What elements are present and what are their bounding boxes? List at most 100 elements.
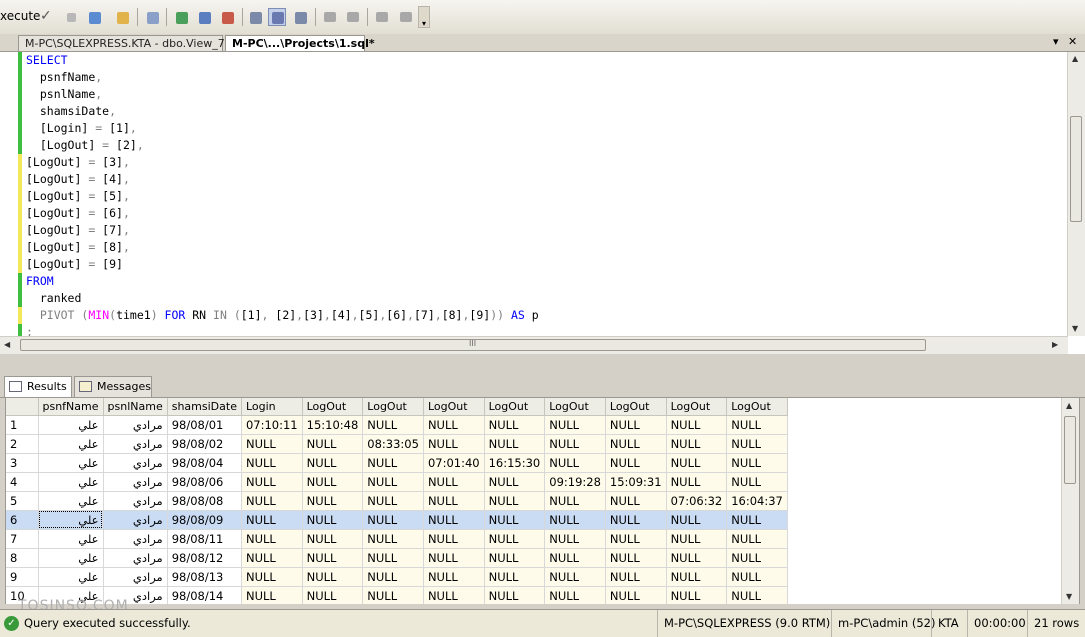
grid-cell[interactable]: NULL xyxy=(302,586,364,604)
display-plan-icon[interactable] xyxy=(172,8,190,26)
grid-cell[interactable]: NULL xyxy=(362,415,424,435)
grid-cell[interactable]: NULL xyxy=(302,567,364,587)
grid-cell[interactable]: NULL xyxy=(605,453,667,473)
grid-cell[interactable]: علي xyxy=(38,434,104,454)
grid-cell[interactable]: NULL xyxy=(544,567,606,587)
grid-cell[interactable]: 98/08/08 xyxy=(167,491,242,511)
column-header[interactable]: LogOut xyxy=(544,398,606,416)
grid-cell[interactable]: NULL xyxy=(241,472,303,492)
grid-cell[interactable]: NULL xyxy=(726,472,788,492)
table-row[interactable]: 4 علي مرادي 98/08/06 NULL NULL NULL NULL NULL 09:… xyxy=(6,472,788,492)
grid-cell[interactable]: NULL xyxy=(605,434,667,454)
table-row[interactable]: 5 علي مرادي 98/08/08 NULL NULL NULL NULL NULL NUL… xyxy=(6,491,788,511)
grid-cell[interactable]: NULL xyxy=(605,586,667,604)
grid-cell[interactable]: NULL xyxy=(484,567,546,587)
grid-cell[interactable]: NULL xyxy=(544,453,606,473)
grid-cell[interactable]: NULL xyxy=(423,567,485,587)
grid-cell[interactable]: مرادي xyxy=(103,434,168,454)
tab-list-dropdown-icon[interactable]: ▾ xyxy=(1053,35,1059,48)
row-number[interactable]: 3 xyxy=(6,453,39,473)
specify-values-icon[interactable] xyxy=(143,8,161,26)
results-to-file-icon[interactable] xyxy=(291,8,309,26)
grid-cell[interactable]: NULL xyxy=(302,548,364,568)
table-row[interactable]: 1 علي مرادي 98/08/01 07:10:11 15:10:48 NULL NUL… xyxy=(6,415,788,435)
grid-cell[interactable]: 98/08/06 xyxy=(167,472,242,492)
design-query-icon[interactable] xyxy=(113,8,131,26)
grid-cell[interactable]: NULL xyxy=(423,529,485,549)
grid-cell[interactable]: NULL xyxy=(302,529,364,549)
grid-cell[interactable]: NULL xyxy=(666,434,728,454)
grid-cell[interactable]: NULL xyxy=(666,567,728,587)
grid-cell[interactable]: NULL xyxy=(484,434,546,454)
grid-cell[interactable]: 98/08/13 xyxy=(167,567,242,587)
grid-cell[interactable]: NULL xyxy=(484,510,546,530)
grid-cell[interactable]: علي xyxy=(38,548,104,568)
grid-cell[interactable]: 07:10:11 xyxy=(241,415,303,435)
grid-cell[interactable]: NULL xyxy=(241,491,303,511)
grid-cell[interactable]: علي xyxy=(38,510,104,530)
grid-cell[interactable]: علي xyxy=(38,472,104,492)
grid-cell[interactable]: NULL xyxy=(726,567,788,587)
grid-cell[interactable]: علي xyxy=(38,567,104,587)
grid-cell[interactable]: NULL xyxy=(362,453,424,473)
row-number[interactable]: 6 xyxy=(6,510,39,530)
grid-cell[interactable]: NULL xyxy=(544,548,606,568)
column-header[interactable]: LogOut xyxy=(726,398,788,416)
grid-cell[interactable]: مرادي xyxy=(103,453,168,473)
column-header[interactable]: LogOut xyxy=(484,398,546,416)
grid-cell[interactable]: مرادي xyxy=(103,510,168,530)
grid-cell[interactable]: NULL xyxy=(605,415,667,435)
grid-cell[interactable]: NULL xyxy=(241,567,303,587)
decrease-indent-icon[interactable] xyxy=(372,8,390,26)
grid-cell[interactable]: NULL xyxy=(484,586,546,604)
editor-horizontal-scrollbar[interactable]: ◀ III ▶ xyxy=(0,336,1068,354)
row-number[interactable]: 9 xyxy=(6,567,39,587)
grid-cell[interactable]: NULL xyxy=(666,453,728,473)
table-row[interactable]: 3 علي مرادي 98/08/04 NULL NULL NULL 07:01:40 16:… xyxy=(6,453,788,473)
grid-cell[interactable]: 07:06:32 xyxy=(666,491,728,511)
grid-cell[interactable]: مرادي xyxy=(103,567,168,587)
grid-cell[interactable]: NULL xyxy=(605,567,667,587)
tab-query-1sql[interactable]: M-PC\...\Projects\1.sql* xyxy=(225,35,375,51)
grid-cell[interactable]: علي xyxy=(38,491,104,511)
table-row[interactable]: 9 علي مرادي 98/08/13 NULL NULL NULL NULL NULL NUL… xyxy=(6,567,788,587)
grid-cell[interactable]: NULL xyxy=(423,415,485,435)
column-header[interactable]: shamsiDate xyxy=(167,398,242,416)
grid-cell[interactable]: NULL xyxy=(666,586,728,604)
grid-cell[interactable]: 09:19:28 xyxy=(544,472,606,492)
grid-cell[interactable]: NULL xyxy=(726,586,788,604)
grid-cell[interactable]: NULL xyxy=(362,586,424,604)
grid-cell[interactable]: 98/08/14 xyxy=(167,586,242,604)
grid-cell[interactable]: NULL xyxy=(241,510,303,530)
column-header[interactable]: LogOut xyxy=(423,398,485,416)
grid-cell[interactable]: مرادي xyxy=(103,415,168,435)
table-row[interactable]: 7 علي مرادي 98/08/11 NULL NULL NULL NULL NULL NUL… xyxy=(6,529,788,549)
grid-cell[interactable]: NULL xyxy=(241,434,303,454)
grid-cell[interactable]: NULL xyxy=(605,529,667,549)
grid-cell[interactable]: NULL xyxy=(241,453,303,473)
grid-cell[interactable]: مرادي xyxy=(103,472,168,492)
grid-cell[interactable]: 16:04:37 xyxy=(726,491,788,511)
grid-cell[interactable]: NULL xyxy=(484,548,546,568)
grid-cell[interactable]: NULL xyxy=(605,548,667,568)
grid-cell[interactable]: NULL xyxy=(726,510,788,530)
grid-cell[interactable]: NULL xyxy=(302,510,364,530)
row-number[interactable]: 2 xyxy=(6,434,39,454)
toolbar-overflow-icon[interactable]: ▾ xyxy=(418,6,430,28)
intellisense-icon[interactable] xyxy=(218,8,236,26)
editor-vertical-scrollbar[interactable]: ▲ ▼ xyxy=(1067,52,1085,336)
grid-cell[interactable]: NULL xyxy=(362,491,424,511)
row-number[interactable]: 5 xyxy=(6,491,39,511)
table-row[interactable]: 6 علي مرادي 98/08/09 NULL NULL NULL NULL NULL NUL… xyxy=(6,510,788,530)
grid-cell[interactable]: NULL xyxy=(302,491,364,511)
grid-cell[interactable]: علي xyxy=(38,453,104,473)
results-to-text-icon[interactable] xyxy=(246,8,264,26)
column-header[interactable]: LogOut xyxy=(666,398,728,416)
grid-cell[interactable]: NULL xyxy=(302,453,364,473)
grid-cell[interactable]: NULL xyxy=(726,453,788,473)
grid-cell[interactable]: NULL xyxy=(423,434,485,454)
comment-icon[interactable] xyxy=(320,8,338,26)
column-header[interactable]: LogOut xyxy=(302,398,364,416)
grid-cell[interactable]: NULL xyxy=(666,529,728,549)
grid-cell[interactable]: NULL xyxy=(362,567,424,587)
